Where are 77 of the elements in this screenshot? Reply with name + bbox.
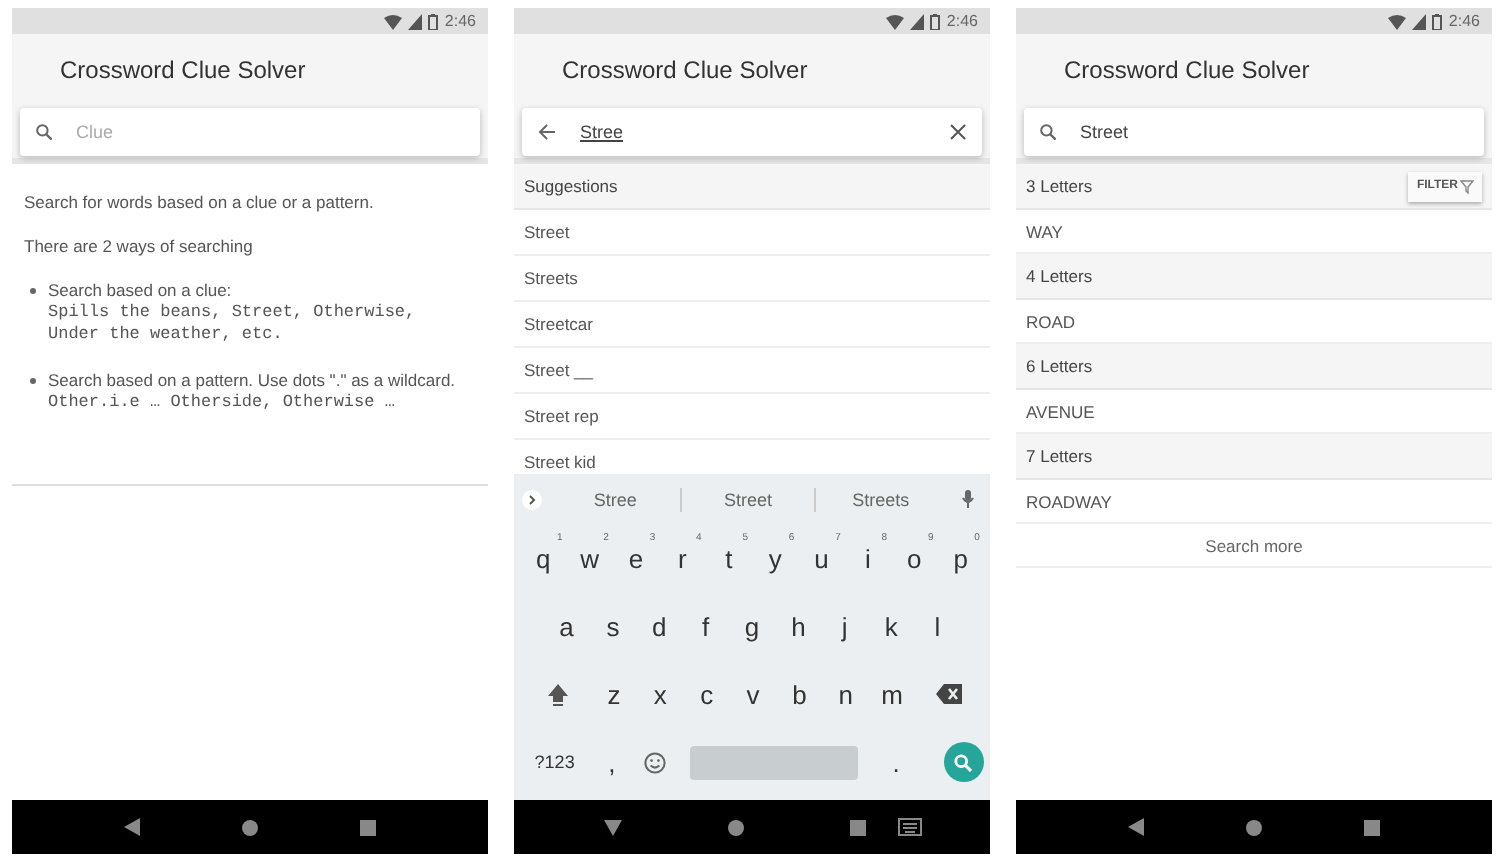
close-icon [950,124,966,140]
word-suggestion[interactable]: Street [682,487,816,511]
key[interactable]: f [682,596,729,656]
search-field[interactable]: Street [1024,108,1484,156]
group-header: 3 Letters [1026,176,1093,196]
example-text: Spills the beans, Street, Otherwise, Under the weather, etc. [48,302,416,346]
key[interactable]: z [590,664,638,724]
bullet-text: Search based on a pattern. Use dots "." as a wildcard. [48,370,456,390]
bullet-text: Search based on a clue: [48,280,234,300]
key[interactable]: h [775,596,822,656]
status-time: 2:46 [946,12,978,30]
group-header: 6 Letters [1026,356,1093,376]
mic-icon[interactable] [961,490,974,508]
search-input[interactable]: Street [1080,122,1468,142]
status-time: 2:46 [444,12,476,30]
help-text: There are 2 ways of searching [24,236,255,256]
back-triangle-icon[interactable] [123,818,140,836]
signal-icon [910,13,925,29]
example-text: Other.i.e … Otherside, Otherwise … [48,392,397,414]
key[interactable]: l [914,596,961,656]
battery-icon [930,13,941,29]
back-arrow-icon[interactable] [538,124,556,140]
key[interactable]: . [873,732,920,792]
recents-square-icon[interactable] [1364,819,1381,835]
word-suggestion[interactable]: Streets [815,487,946,511]
status-time: 2:46 [1448,12,1480,30]
search-input[interactable]: Clue [76,122,464,142]
word-suggestion[interactable]: Stree [550,487,683,511]
app-title: Crossword Clue Solver [1062,54,1310,84]
help-text: Search for words based on a clue or a pattern. [24,192,376,212]
signal-icon [408,13,423,29]
key[interactable]: g [728,596,776,656]
key[interactable]: k [867,596,915,656]
key[interactable]: ?123 [520,732,589,792]
emoji-key-icon[interactable] [643,751,665,773]
group-header: 7 Letters [1026,446,1093,466]
home-circle-icon[interactable] [241,819,258,835]
key[interactable]: x [637,664,684,724]
down-triangle-icon[interactable] [604,819,622,835]
battery-icon [1432,13,1443,29]
chevron-icon[interactable] [522,489,542,509]
home-circle-icon[interactable] [728,819,744,835]
keyboard-icon[interactable] [898,818,922,836]
key[interactable]: d [636,596,683,656]
funnel-icon [1460,179,1474,193]
backspace-key-icon[interactable] [935,684,962,704]
wifi-icon [886,13,905,29]
key[interactable]: n [822,664,869,724]
battery-icon [428,13,439,29]
bullet-dot [30,288,36,294]
section-header: Suggestions [514,164,990,210]
group-header: 4 Letters [1026,266,1093,286]
app-title: Crossword Clue Solver [560,54,808,84]
key[interactable]: v [729,664,777,724]
home-circle-icon[interactable] [1245,819,1262,835]
clear-button[interactable] [950,124,966,140]
key[interactable]: b [776,664,823,724]
search-field[interactable]: Stree [522,108,982,156]
signal-icon [1412,13,1427,29]
app-title: Crossword Clue Solver [58,54,306,84]
key[interactable]: , [588,732,635,792]
shift-key-icon[interactable] [546,682,571,706]
recents-square-icon[interactable] [850,819,866,835]
search-key[interactable] [943,742,984,782]
key[interactable]: s [589,596,637,656]
wifi-icon [384,13,403,29]
key[interactable]: m [868,664,916,724]
back-triangle-icon[interactable] [1127,818,1144,836]
key[interactable]: c [683,664,730,724]
bullet-dot [30,378,36,384]
wifi-icon [1388,13,1407,29]
key[interactable]: j [821,596,868,656]
search-field[interactable]: Clue [20,108,480,156]
search-input[interactable]: Stree [580,122,926,142]
key[interactable]: a [543,596,590,656]
recents-square-icon[interactable] [360,819,377,835]
search-icon [954,753,973,771]
